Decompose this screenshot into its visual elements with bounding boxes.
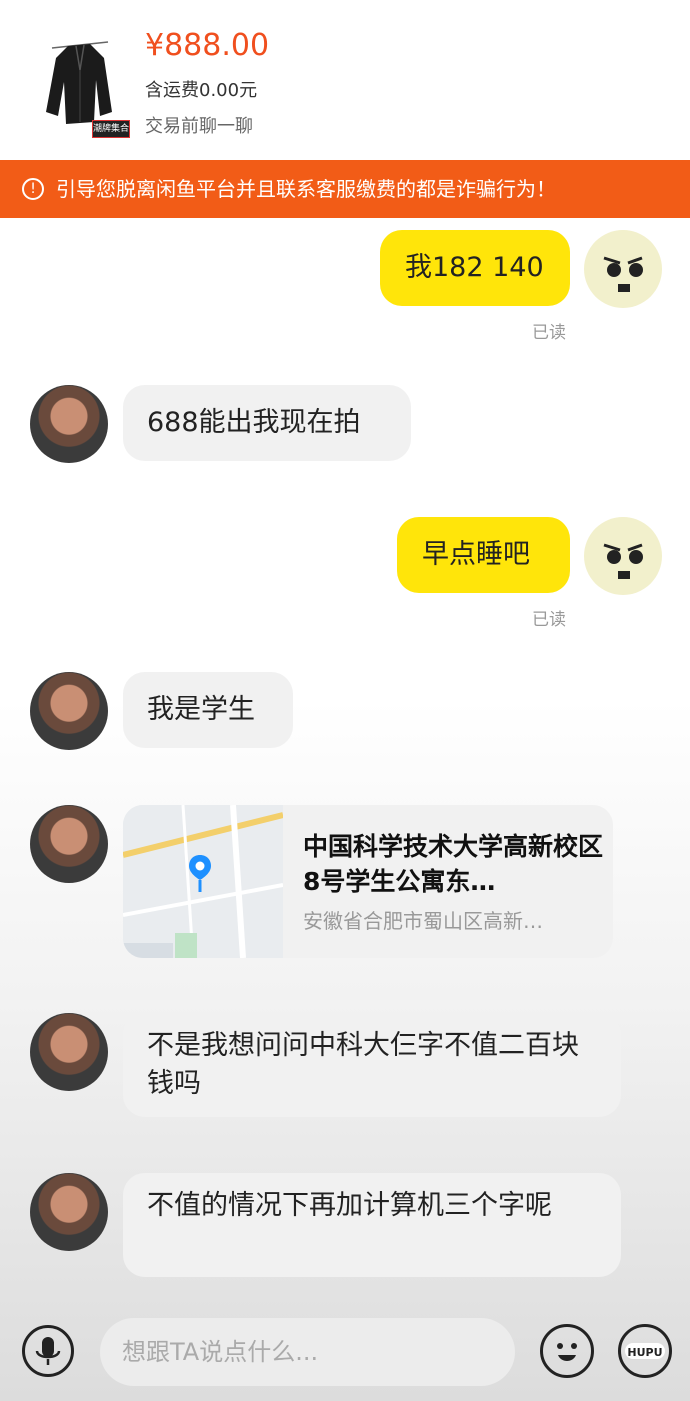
seller-avatar[interactable] [30,1173,108,1251]
message-bubble-other[interactable]: 我是学生 [123,672,293,748]
read-status: 已读 [532,610,566,630]
message-input[interactable]: 想跟TA说点什么... [100,1318,515,1386]
product-price: ¥888.00 [145,28,270,63]
watermark-text: HUPU [627,1346,662,1359]
message-bubble-other[interactable]: 不是我想问问中科大仨字不值二百块钱吗 [123,1013,621,1117]
voice-button[interactable] [22,1325,74,1377]
location-pin-icon [187,853,213,897]
seller-avatar[interactable] [30,385,108,463]
warning-text: 引导您脱离闲鱼平台并且联系客服缴费的都是诈骗行为！ [56,177,556,201]
read-status: 已读 [532,323,566,343]
microphone-icon [35,1337,61,1365]
message-bubble-other[interactable]: 不值的情况下再加计算机三个字呢 [123,1173,621,1277]
location-address: 安徽省合肥市蜀山区高新… [303,909,543,933]
fraud-warning-banner: ! 引导您脱离闲鱼平台并且联系客服缴费的都是诈骗行为！ [0,160,690,218]
chat-prompt: 交易前聊一聊 [145,116,253,137]
watermark-logo: HUPU [625,1343,665,1359]
seller-avatar[interactable] [30,1013,108,1091]
warning-icon: ! [22,177,44,200]
message-bubble-self[interactable]: 早点睡吧 [397,517,570,593]
self-avatar[interactable] [584,230,662,308]
self-avatar[interactable] [584,517,662,595]
shipping-text: 含运费0.00元 [145,80,258,101]
location-title: 中国科学技术大学高新校区8号学生公寓东… [303,832,604,896]
seller-avatar[interactable] [30,805,108,883]
more-button[interactable]: HUPU [618,1324,672,1378]
message-bubble-other[interactable]: 688能出我现在拍 [123,385,411,461]
message-bubble-self[interactable]: 我182 140 [380,230,570,306]
seller-avatar[interactable] [30,672,108,750]
product-badge: 潮牌集合 [92,120,130,138]
product-thumbnail[interactable]: 潮牌集合 [30,30,130,140]
location-card[interactable]: 中国科学技术大学高新校区8号学生公寓东… 安徽省合肥市蜀山区高新… [123,805,613,958]
emoji-icon [557,1343,577,1361]
product-header[interactable]: 潮牌集合 ¥888.00 含运费0.00元 交易前聊一聊 [0,0,690,160]
emoji-button[interactable] [540,1324,594,1378]
